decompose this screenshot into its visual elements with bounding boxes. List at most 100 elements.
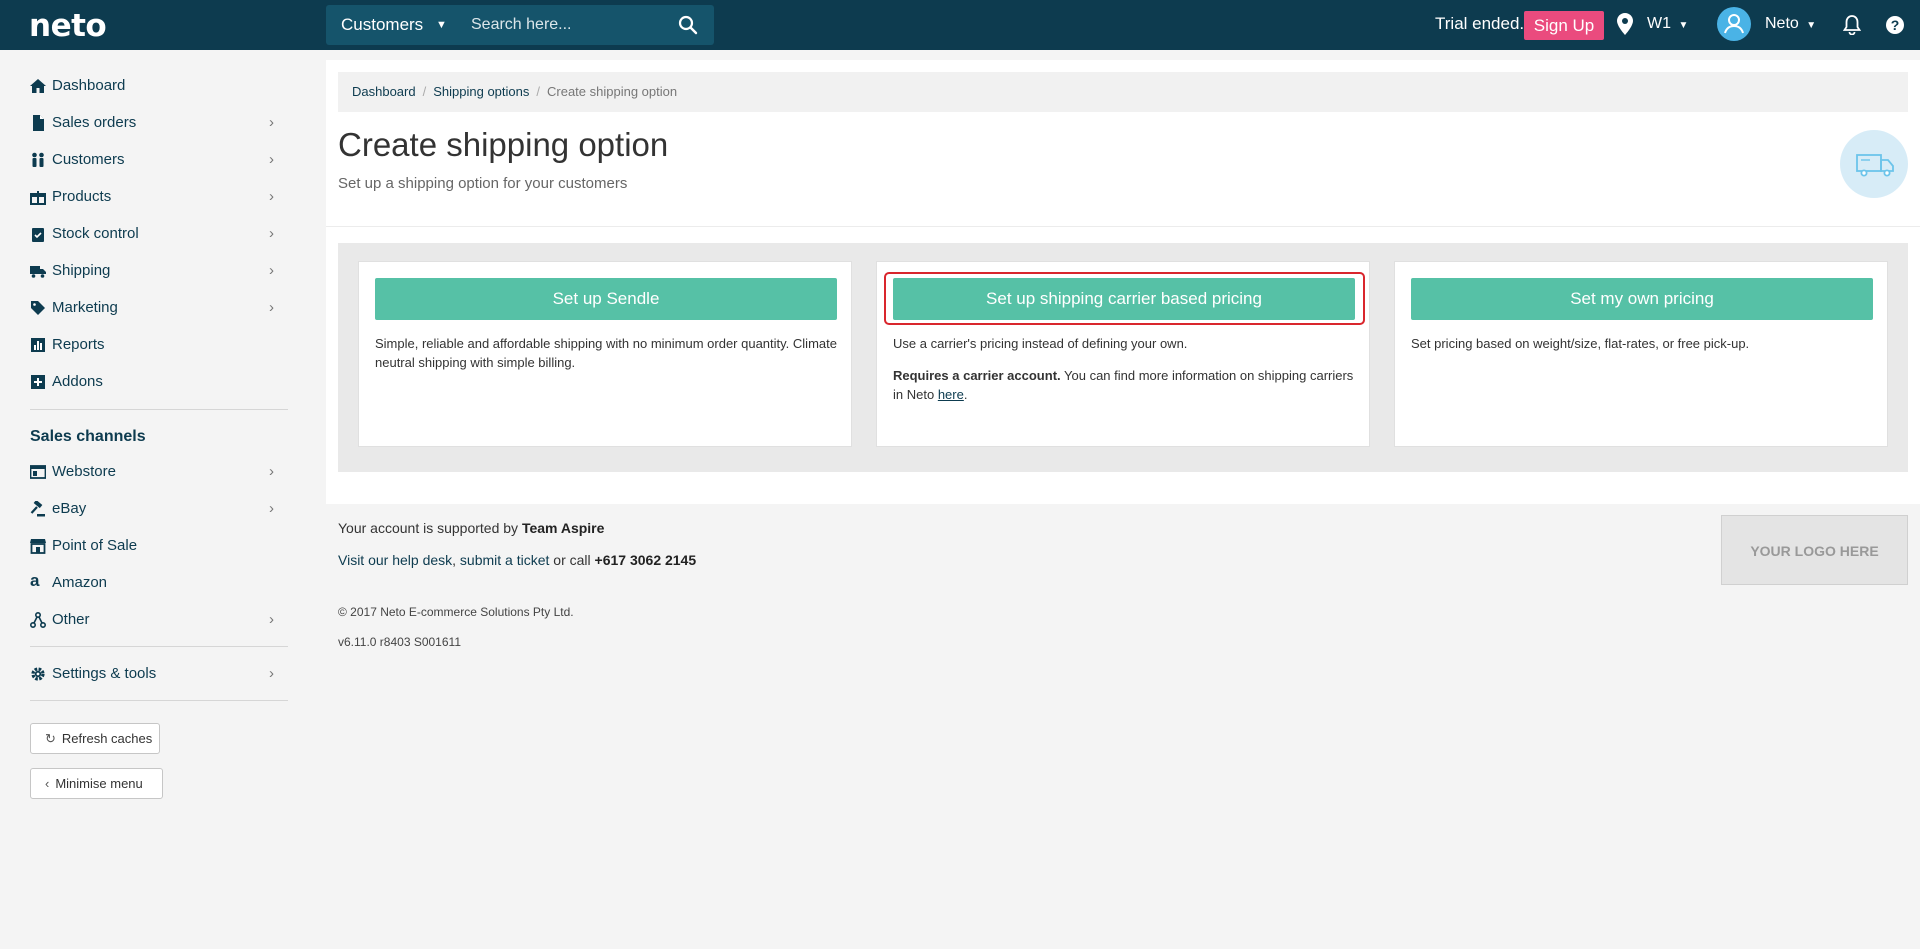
caret-down-icon: ▼: [1806, 20, 1817, 31]
requires-carrier-account-text: Requires a carrier account.: [893, 368, 1061, 383]
search-icon[interactable]: [678, 15, 698, 35]
trial-status-text: Trial ended.: [1435, 14, 1525, 33]
breadcrumb-shipping-options[interactable]: Shipping options: [433, 84, 529, 99]
search-scope-label: Customers: [341, 15, 424, 34]
page-subtitle: Set up a shipping option for your custom…: [338, 175, 628, 192]
breadcrumb-separator: /: [536, 84, 540, 99]
sidebar-item-amazon[interactable]: a Amazon: [30, 568, 288, 598]
sidebar-item-marketing[interactable]: Marketing ›: [30, 293, 288, 323]
sidebar-item-products[interactable]: Products ›: [30, 182, 288, 212]
sidebar-item-ebay[interactable]: eBay ›: [30, 494, 288, 524]
sidebar-item-webstore[interactable]: Webstore ›: [30, 457, 288, 487]
chevron-left-icon: ‹: [45, 776, 50, 791]
location-pin-icon[interactable]: [1617, 13, 1633, 35]
top-bar: neto Customers ▼ Trial ended. Sign Up W1…: [0, 0, 1920, 50]
sidebar-divider: [30, 646, 288, 647]
carrier-info-link[interactable]: here: [938, 387, 964, 402]
carrier-info-period: .: [963, 387, 968, 402]
help-icon[interactable]: ?: [1885, 15, 1905, 35]
sidebar-item-customers[interactable]: Customers ›: [30, 145, 288, 175]
search-input[interactable]: [456, 11, 656, 39]
search-scope-dropdown[interactable]: Customers ▼: [326, 5, 456, 45]
user-avatar[interactable]: [1717, 7, 1751, 41]
sidebar-item-point-of-sale[interactable]: Point of Sale: [30, 531, 288, 561]
global-search: Customers ▼: [326, 5, 714, 45]
refresh-icon: ↻: [45, 731, 56, 746]
sidebar: Dashboard Sales orders › Customers › Pro…: [0, 50, 310, 949]
support-text: Your account is supported by: [338, 520, 522, 536]
minimise-menu-button[interactable]: ‹ Minimise menu: [30, 768, 163, 799]
sidebar-item-stock-control[interactable]: Stock control ›: [30, 219, 288, 249]
chevron-right-icon: ›: [269, 665, 274, 682]
sidebar-item-label: Dashboard: [52, 77, 126, 94]
chevron-right-icon: ›: [269, 151, 274, 168]
copyright-text: © 2017 Neto E-commerce Solutions Pty Ltd…: [338, 605, 574, 619]
refresh-caches-label: Refresh caches: [61, 731, 153, 746]
sidebar-item-addons[interactable]: Addons: [30, 367, 288, 397]
chevron-right-icon: ›: [269, 463, 274, 480]
chevron-right-icon: ›: [269, 611, 274, 628]
sidebar-item-label: Settings & tools: [52, 665, 157, 682]
breadcrumb-dashboard[interactable]: Dashboard: [352, 84, 416, 99]
caret-down-icon: ▼: [1678, 20, 1689, 31]
location-label: W1: [1647, 15, 1671, 32]
store-icon: [30, 539, 46, 554]
shipping-hero-badge: [1840, 130, 1908, 198]
sidebar-item-settings-tools[interactable]: Settings & tools ›: [30, 659, 288, 689]
set-my-own-pricing-button[interactable]: Set my own pricing: [1411, 278, 1873, 320]
logo-placeholder: YOUR LOGO HERE: [1721, 515, 1908, 585]
set-up-sendle-button[interactable]: Set up Sendle: [375, 278, 837, 320]
network-icon: [30, 612, 46, 628]
svg-text:?: ?: [1891, 17, 1900, 33]
sendle-option-card: Set up Sendle Simple, reliable and affor…: [358, 261, 852, 447]
minimise-menu-label: Minimise menu: [55, 776, 143, 791]
sendle-description: Simple, reliable and affordable shipping…: [375, 336, 837, 370]
highlight-annotation: [884, 272, 1365, 325]
chevron-right-icon: ›: [269, 114, 274, 131]
breadcrumb-separator: /: [422, 84, 427, 99]
user-menu[interactable]: Neto ▼: [1765, 15, 1816, 33]
breadcrumb-current: Create shipping option: [547, 84, 678, 99]
sidebar-item-dashboard[interactable]: Dashboard: [30, 71, 288, 101]
sidebar-item-label: Customers: [52, 151, 125, 168]
help-separator: ,: [452, 552, 460, 568]
support-phone: +617 3062 2145: [594, 552, 697, 568]
chevron-right-icon: ›: [269, 500, 274, 517]
sidebar-item-shipping[interactable]: Shipping ›: [30, 256, 288, 286]
sidebar-item-label: Stock control: [52, 225, 139, 242]
user-name: Neto: [1765, 15, 1799, 32]
amazon-icon: a: [30, 571, 40, 590]
sign-up-button[interactable]: Sign Up: [1524, 11, 1604, 40]
location-selector[interactable]: W1 ▼: [1647, 15, 1688, 33]
sidebar-item-label: Webstore: [52, 463, 116, 480]
sidebar-item-other[interactable]: Other ›: [30, 605, 288, 635]
sidebar-item-label: Reports: [52, 336, 105, 353]
call-text: or call: [549, 552, 595, 568]
chevron-right-icon: ›: [269, 262, 274, 279]
help-desk-link[interactable]: Visit our help desk: [338, 552, 452, 568]
sidebar-item-label: Point of Sale: [52, 537, 138, 554]
sidebar-item-reports[interactable]: Reports: [30, 330, 288, 360]
user-icon: [1724, 14, 1744, 34]
breadcrumb: Dashboard / Shipping options / Create shippi…: [338, 72, 1908, 112]
sidebar-item-label: Marketing: [52, 299, 118, 316]
neto-logo[interactable]: neto: [29, 8, 107, 44]
sidebar-item-label: Other: [52, 611, 90, 628]
submit-ticket-link[interactable]: submit a ticket: [460, 552, 549, 568]
sidebar-item-label: Amazon: [52, 574, 108, 591]
caret-down-icon: ▼: [436, 19, 447, 31]
carrier-account-note: Requires a carrier account. You can find…: [893, 366, 1361, 404]
chevron-right-icon: ›: [269, 225, 274, 242]
support-line: Your account is supported by Team Aspire: [338, 520, 604, 536]
sidebar-item-label: Sales orders: [52, 114, 137, 131]
bar-chart-icon: [31, 338, 45, 352]
bell-icon[interactable]: [1843, 15, 1861, 35]
chevron-right-icon: ›: [269, 188, 274, 205]
plus-square-icon: [31, 375, 45, 389]
gift-icon: [30, 191, 46, 205]
sidebar-item-label: Addons: [52, 373, 103, 390]
webstore-icon: [30, 465, 46, 479]
support-team: Team Aspire: [521, 520, 605, 536]
sidebar-item-sales-orders[interactable]: Sales orders ›: [30, 108, 288, 138]
refresh-caches-button[interactable]: ↻ Refresh caches: [30, 723, 160, 754]
